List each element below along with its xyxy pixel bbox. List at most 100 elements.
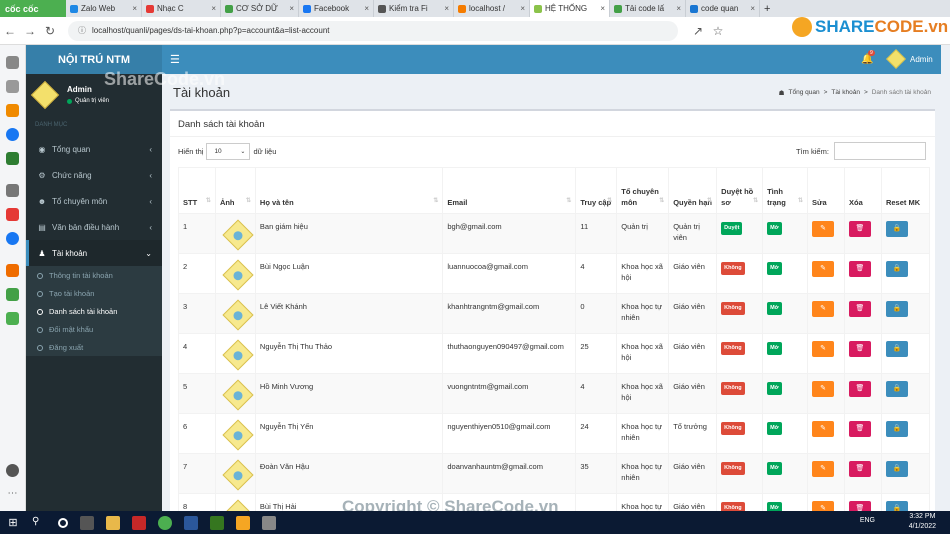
- more-icon[interactable]: ⋯: [6, 488, 19, 501]
- reset-password-button[interactable]: 🔒: [885, 341, 908, 357]
- reset-password-button[interactable]: 🔒: [885, 261, 908, 277]
- edit-button[interactable]: ✎: [812, 261, 835, 277]
- url-input[interactable]: ⓘ localhost/quanli/pages/ds-tai-khoan.ph…: [68, 20, 678, 41]
- new-tab-button[interactable]: +: [760, 0, 774, 17]
- column-header[interactable]: Duyệt hồ sơ ⇅: [716, 167, 764, 214]
- tab-close-icon[interactable]: ×: [747, 4, 755, 13]
- edit-button[interactable]: ✎: [812, 421, 835, 437]
- submenu-dang-xuat[interactable]: Đăng xuất: [37, 343, 83, 352]
- crown-icon[interactable]: [6, 104, 19, 117]
- column-header[interactable]: Quyền hạn ⇅: [668, 167, 718, 214]
- status-badge[interactable]: Mở: [767, 382, 782, 395]
- clock[interactable]: 3:32 PM 4/1/2022: [909, 512, 936, 532]
- tab-close-icon[interactable]: ×: [361, 4, 369, 13]
- browser-brand[interactable]: cốc cốc: [0, 0, 66, 17]
- delete-button[interactable]: 🗑: [849, 381, 871, 397]
- facebook-icon[interactable]: [6, 232, 19, 245]
- approval-badge[interactable]: Không: [721, 342, 745, 355]
- delete-button[interactable]: 🗑: [849, 341, 871, 357]
- gamepad-icon[interactable]: [6, 152, 19, 165]
- submenu-danh-sach[interactable]: Danh sách tài khoản: [37, 307, 117, 316]
- language-indicator[interactable]: ENG: [860, 517, 875, 524]
- column-header[interactable]: Ảnh ⇅: [214, 167, 256, 214]
- forward-icon[interactable]: →: [20, 24, 40, 38]
- word-icon[interactable]: [184, 515, 198, 530]
- browser-tab[interactable]: CƠ SỞ DỮ ×: [221, 0, 299, 17]
- browser-tab[interactable]: Kiểm tra Fi ×: [374, 0, 454, 17]
- column-header[interactable]: Truy cập ⇅: [575, 167, 618, 214]
- sidebar-item-van-ban[interactable]: ▤ Văn bản điều hành ‹: [26, 214, 162, 240]
- status-badge[interactable]: Mở: [767, 462, 782, 475]
- column-header[interactable]: Email ⇅: [442, 167, 577, 214]
- delete-button[interactable]: 🗑: [849, 461, 871, 477]
- approval-badge[interactable]: Không: [721, 262, 745, 275]
- edit-button[interactable]: ✎: [812, 461, 835, 477]
- status-badge[interactable]: Mở: [767, 262, 782, 275]
- delete-button[interactable]: 🗑: [849, 301, 871, 317]
- notification-icon[interactable]: [6, 464, 19, 477]
- history-icon[interactable]: [6, 80, 19, 93]
- task-view-icon[interactable]: [80, 515, 94, 530]
- windows-start-icon[interactable]: ⊞: [0, 516, 26, 529]
- star-icon[interactable]: ☆: [708, 24, 728, 38]
- browser-tab[interactable]: code quan ×: [686, 0, 760, 17]
- status-badge[interactable]: Mở: [767, 302, 782, 315]
- reset-password-button[interactable]: 🔒: [885, 381, 908, 397]
- messenger-icon[interactable]: [6, 128, 19, 141]
- approval-badge[interactable]: Duyệt: [721, 222, 743, 235]
- status-badge[interactable]: Mở: [767, 422, 782, 435]
- user-menu[interactable]: Admin: [886, 49, 933, 69]
- search-icon[interactable]: ⚲: [32, 516, 46, 530]
- tab-close-icon[interactable]: ×: [597, 4, 605, 13]
- reset-password-button[interactable]: 🔒: [885, 221, 908, 237]
- browser-tab[interactable]: Facebook ×: [299, 0, 374, 17]
- settings-icon[interactable]: [6, 56, 19, 69]
- column-header[interactable]: Xóa: [844, 167, 882, 214]
- share-icon[interactable]: ↗: [688, 24, 708, 38]
- column-header[interactable]: Sửa: [807, 167, 845, 214]
- sidebar-item-tai-khoan[interactable]: ♟ Tài khoản ⌄: [26, 240, 162, 266]
- add-icon[interactable]: [6, 184, 19, 197]
- dreamweaver-icon[interactable]: [210, 515, 224, 530]
- edit-button[interactable]: ✎: [812, 221, 835, 237]
- sheet-icon[interactable]: [6, 312, 19, 325]
- edit-button[interactable]: ✎: [812, 341, 835, 357]
- back-icon[interactable]: ←: [0, 24, 20, 38]
- tab-close-icon[interactable]: ×: [208, 4, 216, 13]
- search-input[interactable]: [833, 142, 926, 160]
- browser-tab[interactable]: HỆ THỐNG ×: [530, 0, 610, 17]
- browser-tab[interactable]: Tải code lấ ×: [610, 0, 686, 17]
- reset-password-button[interactable]: 🔒: [885, 421, 908, 437]
- xampp-icon[interactable]: [236, 515, 250, 530]
- browser-tab[interactable]: localhost / ×: [454, 0, 530, 17]
- column-header[interactable]: Tổ chuyên môn ⇅: [616, 167, 670, 214]
- reload-icon[interactable]: ↻: [40, 24, 60, 38]
- approval-badge[interactable]: Không: [721, 462, 745, 475]
- browser-tab[interactable]: Zalo Web ×: [66, 0, 142, 17]
- sidebar-item-tong-quan[interactable]: ◉ Tổng quan ‹: [26, 136, 162, 162]
- app2-icon[interactable]: [262, 515, 276, 530]
- cortana-icon[interactable]: [58, 517, 68, 528]
- browser-tab[interactable]: Nhạc C ×: [142, 0, 221, 17]
- column-header[interactable]: Họ và tên ⇅: [254, 167, 444, 214]
- coccoc-browser-icon[interactable]: [158, 515, 172, 530]
- status-badge[interactable]: Mở: [767, 342, 782, 355]
- delete-button[interactable]: 🗑: [849, 261, 871, 277]
- sidebar-item-chuc-nang[interactable]: ⚙ Chức năng ‹: [26, 162, 162, 188]
- submenu-doi-mat-khau[interactable]: Đổi mật khẩu: [37, 325, 93, 334]
- youtube-icon[interactable]: [6, 208, 19, 221]
- approval-badge[interactable]: Không: [721, 422, 745, 435]
- breadcrumb-item[interactable]: Tài khoản: [831, 89, 860, 97]
- delete-button[interactable]: 🗑: [849, 421, 871, 437]
- app-icon[interactable]: [132, 515, 146, 530]
- menu-toggle-icon[interactable]: ☰: [170, 53, 180, 66]
- tab-close-icon[interactable]: ×: [129, 4, 137, 13]
- breadcrumb-item[interactable]: Tổng quan: [789, 89, 820, 97]
- edit-button[interactable]: ✎: [812, 301, 835, 317]
- sidebar-item-to-chuyen-mon[interactable]: ☻ Tổ chuyên môn ‹: [26, 188, 162, 214]
- approval-badge[interactable]: Không: [721, 302, 745, 315]
- file-explorer-icon[interactable]: [106, 515, 120, 530]
- column-header[interactable]: Tình trạng ⇅: [762, 167, 809, 214]
- approval-badge[interactable]: Không: [721, 382, 745, 395]
- tab-close-icon[interactable]: ×: [441, 4, 449, 13]
